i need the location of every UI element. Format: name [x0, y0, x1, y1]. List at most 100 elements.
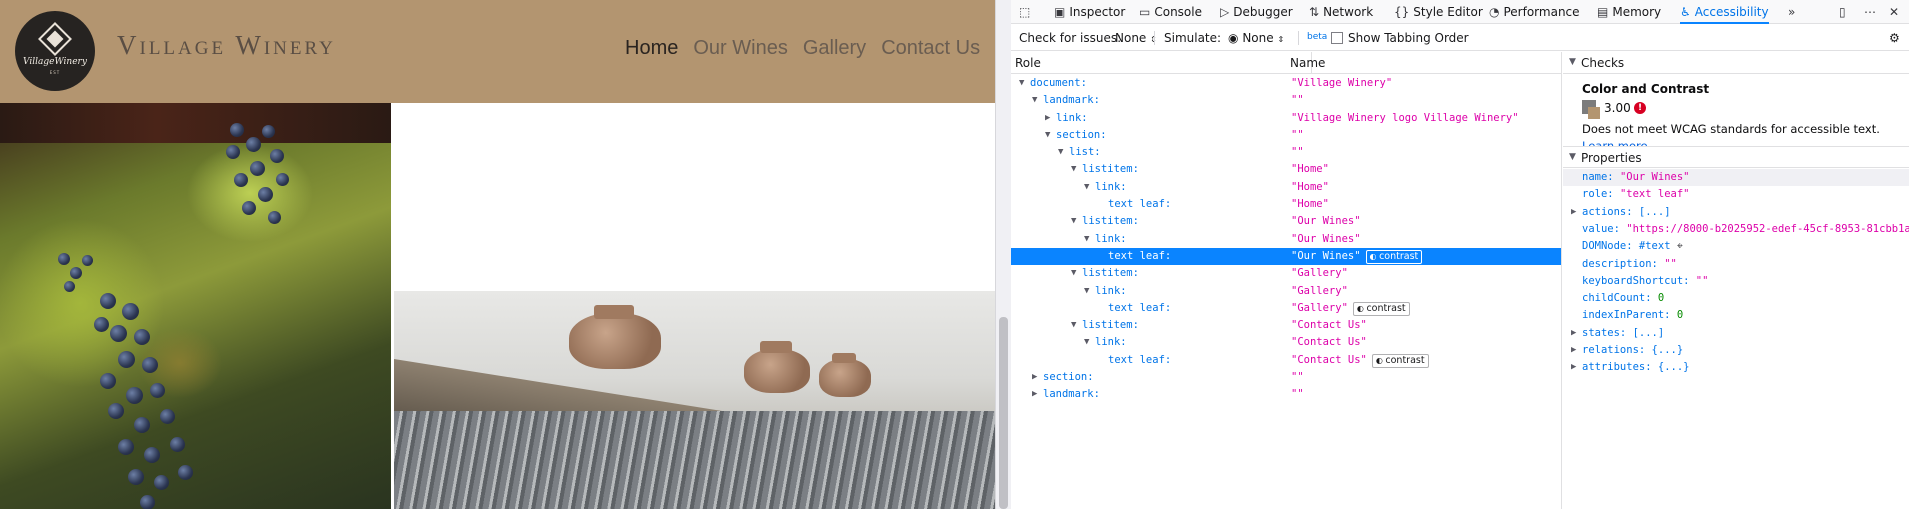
tree-row[interactable]: ▶ link: "Village Winery logo Village Winer… [1011, 110, 1561, 127]
show-tabbing-order-label[interactable]: Show Tabbing Order [1348, 31, 1469, 45]
collapse-triangle-icon[interactable]: ▼ [1084, 231, 1089, 248]
clay-pot-small [819, 359, 871, 397]
tree-row-name: "" [1291, 386, 1304, 403]
tree-row[interactable]: ▼ section: "" [1011, 127, 1561, 144]
grape [134, 417, 150, 433]
nav-link-contact-us[interactable]: Contact Us [881, 37, 980, 60]
nav-link-gallery[interactable]: Gallery [803, 37, 866, 60]
tree-row[interactable]: ▼ listitem: "Home" [1011, 161, 1561, 178]
tree-row[interactable]: text leaf: "Contact Us" ◐ contrast [1011, 352, 1561, 369]
tree-row[interactable]: text leaf: "Home" [1011, 196, 1561, 213]
tree-row[interactable]: text leaf: "Gallery" ◐ contrast [1011, 300, 1561, 317]
property-row[interactable]: description: "" [1563, 256, 1909, 273]
settings-gear-icon[interactable]: ⚙ [1889, 31, 1900, 45]
tab-performance[interactable]: ◔ Performance [1489, 0, 1580, 24]
grape [94, 317, 109, 332]
tree-row[interactable]: ▼ landmark: "" [1011, 92, 1561, 109]
expand-triangle-icon[interactable]: ▶ [1045, 110, 1050, 127]
tree-row[interactable]: ▼ link: "Contact Us" [1011, 334, 1561, 351]
property-row[interactable]: ▶ relations: {...} [1563, 342, 1909, 359]
grape [160, 409, 175, 424]
tree-row-name-text: "" [1291, 128, 1304, 141]
tab-debugger[interactable]: ▷ Debugger [1220, 0, 1293, 24]
tab-memory[interactable]: ▤ Memory [1597, 0, 1661, 24]
tab-network[interactable]: ⇅ Network [1309, 0, 1373, 24]
tab-console[interactable]: ▭ Console [1139, 0, 1202, 24]
tree-row[interactable]: ▼ link: "Our Wines" [1011, 231, 1561, 248]
properties-section-header[interactable]: ▼ Properties [1563, 146, 1909, 168]
nav-link-our-wines[interactable]: Our Wines [693, 37, 787, 60]
tree-row[interactable]: ▼ document: "Village Winery" [1011, 75, 1561, 92]
tab-label: Debugger [1233, 5, 1293, 19]
property-row[interactable]: ▶ states: [...] [1563, 325, 1909, 342]
collapse-triangle-icon[interactable]: ▼ [1084, 283, 1089, 300]
collapse-triangle-icon[interactable]: ▼ [1071, 213, 1076, 230]
grape [170, 437, 185, 452]
tree-row-name: "Our Wines" ◐ contrast [1291, 248, 1423, 265]
site-logo[interactable]: VillageWinery EST [15, 11, 95, 91]
column-header-role[interactable]: Role [1015, 56, 1041, 70]
debugger-icon: ▷ [1220, 5, 1230, 19]
property-row[interactable]: ▶ actions: [...] [1563, 204, 1909, 221]
nav-link-home[interactable]: Home [625, 37, 678, 60]
tree-row[interactable]: ▶ landmark: "" [1011, 386, 1561, 403]
tree-row[interactable]: ▶ section: "" [1011, 369, 1561, 386]
property-key: description: "" [1582, 256, 1677, 273]
devtools-menu-button[interactable]: ⋯ [1864, 0, 1876, 24]
property-row[interactable]: name: "Our Wines" [1563, 169, 1909, 187]
target-node-icon[interactable]: ⌖ [1671, 240, 1683, 252]
expand-triangle-icon[interactable]: ▶ [1032, 369, 1037, 386]
show-tabbing-order-checkbox[interactable] [1331, 32, 1343, 44]
tree-row[interactable]: ▼ link: "Home" [1011, 179, 1561, 196]
property-row[interactable]: keyboardShortcut: "" [1563, 273, 1909, 290]
property-row[interactable]: ▶ attributes: {...} [1563, 359, 1909, 376]
network-icon: ⇅ [1309, 5, 1320, 19]
collapse-triangle-icon[interactable]: ▼ [1045, 127, 1050, 144]
page-scrollbar[interactable] [995, 0, 1011, 509]
expand-triangle-icon[interactable]: ▶ [1571, 325, 1576, 342]
collapse-triangle-icon[interactable]: ▼ [1032, 92, 1037, 109]
tree-row[interactable]: text leaf: "Our Wines" ◐ contrast [1011, 247, 1561, 266]
collapse-triangle-icon[interactable]: ▼ [1019, 75, 1024, 92]
contrast-ratio: 3.00 [1604, 101, 1631, 115]
contrast-badge[interactable]: ◐ contrast [1352, 301, 1410, 316]
check-issues-select[interactable]: None ⇕ [1115, 31, 1157, 45]
tree-row-name-text: "Village Winery" [1291, 77, 1393, 89]
collapse-triangle-icon[interactable]: ▼ [1058, 144, 1063, 161]
tree-row[interactable]: ▼ listitem: "Gallery" [1011, 265, 1561, 282]
tree-row[interactable]: ▼ listitem: "Our Wines" [1011, 213, 1561, 230]
collapse-triangle-icon[interactable]: ▼ [1071, 265, 1076, 282]
property-row[interactable]: role: "text leaf" [1563, 186, 1909, 203]
grape [142, 357, 158, 373]
collapse-triangle-icon[interactable]: ▼ [1071, 317, 1076, 334]
collapse-triangle-icon[interactable]: ▼ [1084, 334, 1089, 351]
expand-triangle-icon[interactable]: ▶ [1571, 359, 1576, 376]
tab-style-editor[interactable]: {} Style Editor [1394, 0, 1483, 24]
expand-triangle-icon[interactable]: ▶ [1571, 342, 1576, 359]
tree-row[interactable]: ▼ list: "" [1011, 144, 1561, 161]
simulate-select[interactable]: ◉ None ⇕ [1228, 31, 1284, 45]
column-header-name[interactable]: Name [1290, 56, 1325, 70]
expand-triangle-icon[interactable]: ▶ [1571, 204, 1576, 221]
element-picker-button[interactable]: ⬚ [1019, 0, 1030, 24]
property-row[interactable]: childCount: 0 [1563, 290, 1909, 307]
devtools-close-button[interactable]: ✕ [1889, 0, 1899, 24]
contrast-badge[interactable]: ◐ contrast [1371, 353, 1429, 368]
contrast-badge[interactable]: ◐ contrast [1365, 249, 1423, 264]
more-tabs-button[interactable]: » [1788, 0, 1795, 24]
scrollbar-thumb[interactable] [999, 317, 1008, 509]
collapse-triangle-icon[interactable]: ▼ [1084, 179, 1089, 196]
site-title[interactable]: Village Winery [117, 30, 336, 61]
tree-row[interactable]: ▼ link: "Gallery" [1011, 283, 1561, 300]
property-key-text: value: [1582, 222, 1620, 235]
more-icon: ⋯ [1864, 5, 1876, 19]
property-row[interactable]: DOMNode: #text ⌖ [1563, 238, 1909, 255]
property-row[interactable]: value: "https://8000-b2025952-edef-45cf-… [1563, 221, 1909, 238]
collapse-triangle-icon[interactable]: ▼ [1071, 161, 1076, 178]
tree-row[interactable]: ▼ listitem: "Contact Us" [1011, 317, 1561, 334]
dock-toggle-button[interactable]: ▯ [1839, 0, 1846, 24]
tab-accessibility[interactable]: ♿ Accessibility [1680, 0, 1769, 24]
expand-triangle-icon[interactable]: ▶ [1032, 386, 1037, 403]
property-row[interactable]: indexInParent: 0 [1563, 307, 1909, 324]
tab-inspector[interactable]: ▣ Inspector [1054, 0, 1125, 24]
